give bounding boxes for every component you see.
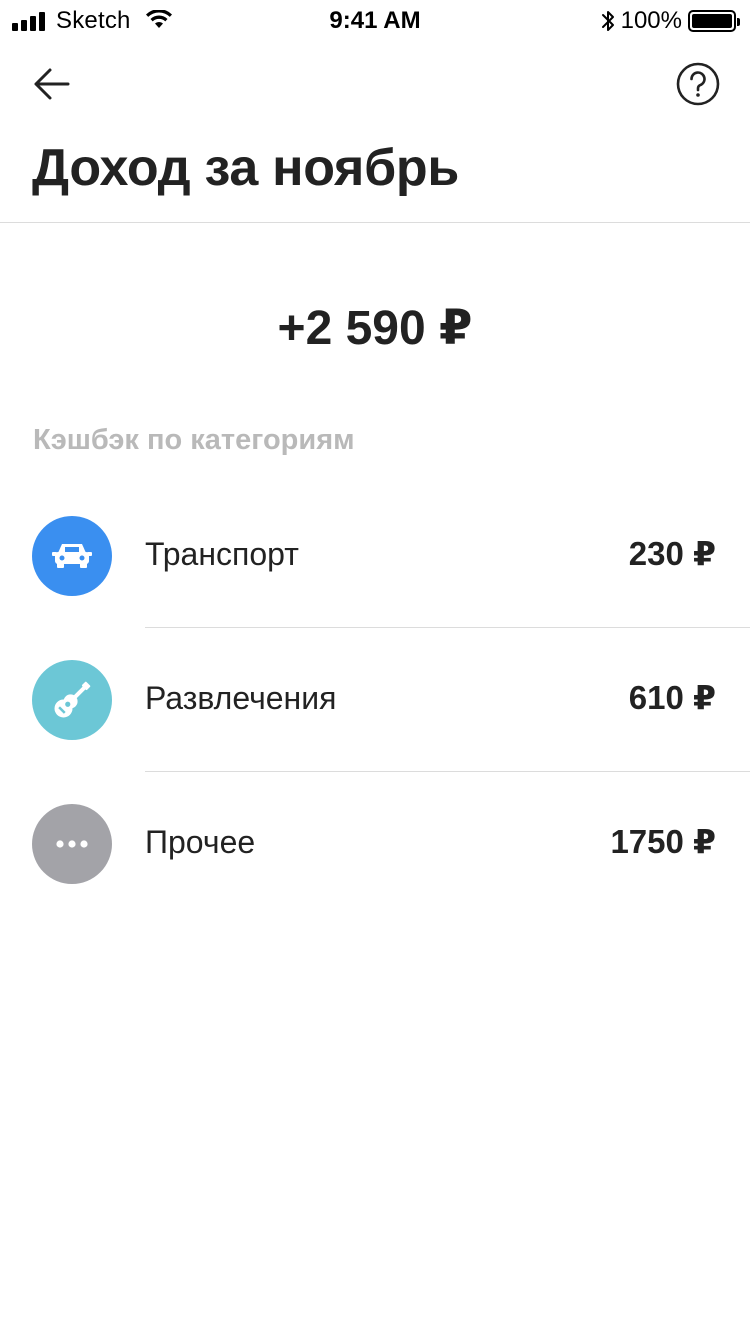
- help-button[interactable]: [676, 62, 720, 106]
- battery-icon: [688, 10, 740, 32]
- entertainment-icon-badge: [32, 660, 112, 740]
- page-title: Доход за ноябрь: [32, 139, 460, 197]
- arrow-left-icon: [34, 68, 70, 100]
- total-amount: +2 590 ₽: [277, 302, 473, 355]
- category-name: Прочее: [145, 824, 256, 860]
- back-button[interactable]: [30, 62, 74, 106]
- bluetooth-icon: [601, 11, 614, 31]
- status-right: 100%: [601, 7, 740, 35]
- list-item-entertainment[interactable]: Развлечения 610 ₽: [0, 628, 750, 772]
- car-icon: [52, 544, 92, 568]
- header-divider: [0, 222, 750, 223]
- cashback-list: Транспорт 230 ₽ Развлечения 610 ₽ Прочее…: [0, 484, 750, 916]
- question-circle-icon: [676, 62, 720, 106]
- status-bar: Sketch 9:41 AM 100%: [0, 0, 750, 40]
- category-name: Развлечения: [145, 680, 337, 716]
- category-amount: 610 ₽: [628, 679, 716, 716]
- transport-icon-badge: [32, 516, 112, 596]
- list-item-other[interactable]: Прочее 1750 ₽: [0, 772, 750, 916]
- list-item-transport[interactable]: Транспорт 230 ₽: [0, 484, 750, 628]
- battery-percent: 100%: [620, 7, 682, 34]
- category-amount: 1750 ₽: [610, 823, 716, 860]
- guitar-icon: [54, 681, 91, 718]
- other-icon-badge: [32, 804, 112, 884]
- more-icon: [56, 840, 88, 848]
- category-name: Транспорт: [145, 536, 299, 572]
- screen: Sketch 9:41 AM 100% Доход за ноябрь +2 5…: [0, 0, 750, 1334]
- category-amount: 230 ₽: [628, 535, 716, 572]
- section-label: Кэшбэк по категориям: [33, 424, 355, 456]
